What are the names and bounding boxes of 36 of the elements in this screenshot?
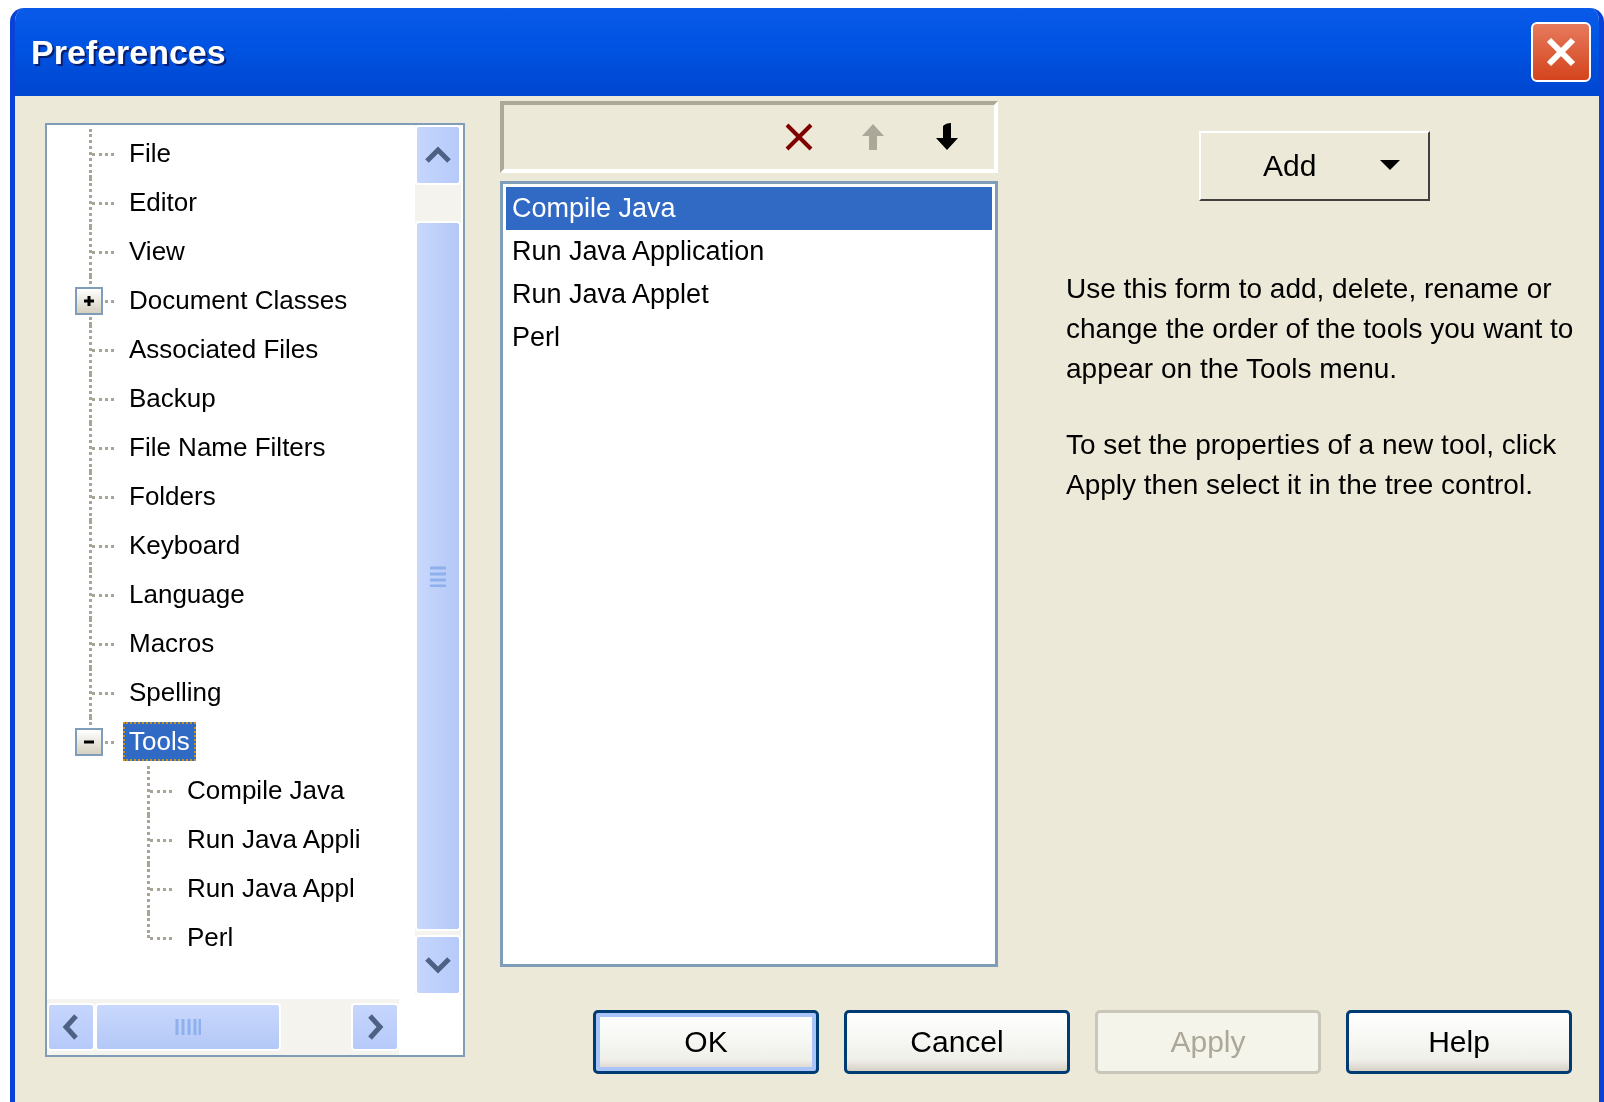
tree-item[interactable]: Folders — [123, 477, 222, 516]
description-text: Use this form to add, delete, rename or change the order of the tools you want to appear on the Tools menu. — [1066, 272, 1575, 386]
horizontal-scrollbar[interactable] — [47, 999, 399, 1055]
expand-icon[interactable] — [75, 287, 103, 315]
description-text: To set the properties of a new tool, click Apply then select it in the tree control. — [1066, 428, 1558, 502]
collapse-icon[interactable] — [75, 728, 103, 756]
list-item[interactable]: Run Java Application — [506, 230, 992, 273]
dialog-button[interactable]: Help — [1346, 1010, 1572, 1074]
tree-item[interactable]: Tools — [123, 722, 196, 761]
tree-item[interactable]: Compile Java — [181, 771, 351, 810]
grip-icon — [428, 565, 448, 587]
tree-item[interactable]: File — [123, 134, 177, 173]
tree-item[interactable]: Spelling — [123, 673, 228, 712]
tree-item[interactable]: Keyboard — [123, 526, 247, 565]
list-item[interactable]: Run Java Applet — [506, 273, 992, 316]
tree-item[interactable]: Run Java Appl — [181, 869, 361, 908]
close-button[interactable] — [1531, 22, 1591, 82]
dialog-button[interactable]: OK — [593, 1010, 819, 1074]
grip-icon — [175, 1017, 201, 1037]
tree-item[interactable]: Language — [123, 575, 251, 614]
vertical-scrollbar[interactable] — [415, 125, 461, 995]
tree-item[interactable]: File Name Filters — [123, 428, 332, 467]
caret-icon — [1380, 160, 1400, 172]
list-item[interactable]: Compile Java — [506, 187, 992, 230]
tree-item[interactable]: Editor — [123, 183, 203, 222]
list-item[interactable]: Perl — [506, 316, 992, 359]
tree-item[interactable]: Run Java Appli — [181, 820, 367, 859]
tree-item[interactable]: Associated Files — [123, 330, 325, 369]
dialog-button[interactable]: Cancel — [844, 1010, 1070, 1074]
tree-item[interactable]: Backup — [123, 379, 222, 418]
tree-item[interactable]: Macros — [123, 624, 221, 663]
add-button[interactable]: Add — [1199, 131, 1430, 201]
tree-item[interactable]: Document Classes — [123, 281, 354, 320]
tree-item[interactable]: View — [123, 232, 191, 271]
tree-item[interactable]: Perl — [181, 918, 240, 957]
window-title: Preferences — [31, 32, 226, 72]
